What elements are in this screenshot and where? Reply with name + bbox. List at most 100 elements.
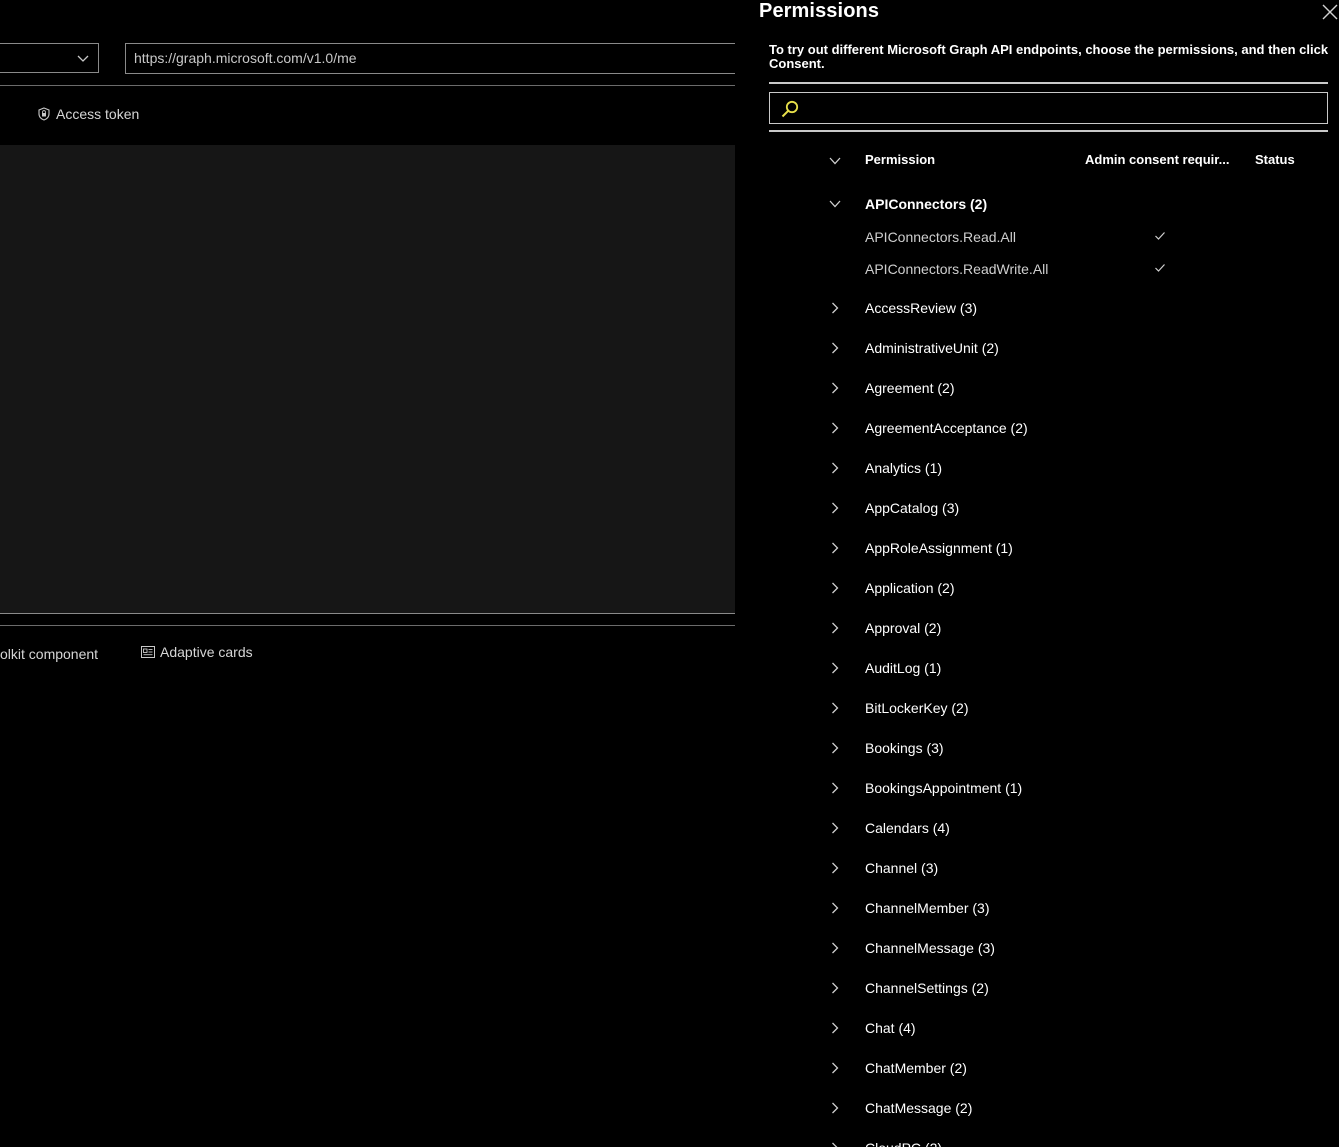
- tab-toolkit-component[interactable]: olkit component: [0, 646, 98, 662]
- permission-group-row[interactable]: Calendars (4): [828, 818, 950, 838]
- permissions-panel: Permissions To try out different Microso…: [735, 0, 1339, 1147]
- group-label: BitLockerKey (2): [865, 700, 969, 716]
- group-label: ChannelMessage (3): [865, 940, 995, 956]
- group-label: Approval (2): [865, 620, 942, 636]
- chevron-right-icon: [832, 342, 839, 354]
- chevron-right-icon: [832, 1102, 839, 1114]
- permission-group-row[interactable]: ChannelMessage (3): [828, 938, 995, 958]
- chevron-right-icon: [832, 822, 839, 834]
- chevron-right-icon: [832, 982, 839, 994]
- group-label: Bookings (3): [865, 740, 944, 756]
- permission-group-row[interactable]: ChannelMember (3): [828, 898, 990, 918]
- group-label: Application (2): [865, 580, 955, 596]
- request-url-input[interactable]: https://graph.microsoft.com/v1.0/me: [125, 43, 745, 74]
- permission-group-apiconnectors[interactable]: APIConnectors (2): [828, 194, 987, 214]
- permission-group-row[interactable]: Analytics (1): [828, 458, 942, 478]
- group-label: Analytics (1): [865, 460, 943, 476]
- divider: [0, 625, 735, 626]
- group-label: Calendars (4): [865, 820, 950, 836]
- column-header-admin-consent[interactable]: Admin consent requir...: [1085, 152, 1229, 167]
- panel-title: Permissions: [759, 0, 880, 22]
- permission-item[interactable]: APIConnectors.Read.All: [865, 229, 1016, 247]
- chevron-right-icon: [832, 302, 839, 314]
- permission-group-row[interactable]: Agreement (2): [828, 378, 954, 398]
- permission-item[interactable]: APIConnectors.ReadWrite.All: [865, 261, 1048, 279]
- chevron-right-icon: [832, 742, 839, 754]
- permission-group-row[interactable]: AccessReview (3): [828, 298, 977, 318]
- chevron-right-icon: [832, 1142, 838, 1147]
- chevron-down-icon: [77, 55, 89, 62]
- tab-access-token-label: Access token: [56, 106, 140, 122]
- chevron-right-icon: [832, 862, 839, 874]
- chevron-right-icon: [832, 462, 839, 474]
- group-label: AdministrativeUnit (2): [865, 340, 999, 356]
- chevron-right-icon: [832, 622, 839, 634]
- request-body-editor[interactable]: [0, 145, 735, 613]
- permission-group-row[interactable]: Approval (2): [828, 618, 941, 638]
- tab-adaptive-cards-label: Adaptive cards: [160, 644, 253, 660]
- permission-group-row[interactable]: Channel (3): [828, 858, 938, 878]
- graph-explorer-window: https://graph.microsoft.com/v1.0/me Acce…: [0, 0, 1339, 1147]
- permission-group-row[interactable]: BitLockerKey (2): [828, 698, 968, 718]
- permission-group-row[interactable]: ChatMessage (2): [828, 1098, 972, 1118]
- chevron-right-icon: [832, 782, 839, 794]
- divider: [769, 82, 1328, 84]
- tab-adaptive-cards[interactable]: Adaptive cards: [141, 644, 253, 660]
- card-icon: [141, 646, 155, 658]
- permission-group-row[interactable]: AdministrativeUnit (2): [828, 338, 999, 358]
- permission-group-row[interactable]: Application (2): [828, 578, 955, 598]
- group-label: ChannelMember (3): [865, 900, 990, 916]
- chevron-right-icon: [832, 582, 839, 594]
- group-label: APIConnectors (2): [865, 196, 988, 212]
- chevron-right-icon: [832, 702, 839, 714]
- chevron-right-icon: [832, 542, 839, 554]
- group-label: AuditLog (1): [865, 660, 942, 676]
- collapse-all-chevron-icon[interactable]: [828, 154, 842, 168]
- group-label: CloudPC (2): [865, 1140, 942, 1147]
- chevron-right-icon: [832, 382, 839, 394]
- shield-lock-icon: [38, 107, 50, 121]
- column-header-permission[interactable]: Permission: [865, 152, 935, 167]
- permission-group-row[interactable]: BookingsAppointment (1): [828, 778, 1022, 798]
- group-label: AppCatalog (3): [865, 500, 960, 516]
- group-label: ChatMessage (2): [865, 1100, 973, 1116]
- group-label: AppRoleAssignment (1): [865, 540, 1013, 556]
- chevron-right-icon: [832, 502, 839, 514]
- group-label: ChatMember (2): [865, 1060, 967, 1076]
- divider: [0, 85, 735, 86]
- permission-group-row[interactable]: AuditLog (1): [828, 658, 941, 678]
- chevron-right-icon: [832, 662, 839, 674]
- group-label: ChannelSettings (2): [865, 980, 989, 996]
- group-label: BookingsAppointment (1): [865, 780, 1023, 796]
- group-label: Chat (4): [865, 1020, 916, 1036]
- group-label: Agreement (2): [865, 380, 955, 396]
- column-header-status[interactable]: Status: [1255, 152, 1295, 167]
- tab-access-token[interactable]: Access token: [38, 104, 139, 124]
- permission-group-row[interactable]: AgreementAcceptance (2): [828, 418, 1028, 438]
- chevron-down-icon: [829, 200, 841, 208]
- group-label: AccessReview (3): [865, 300, 978, 316]
- permission-group-row[interactable]: AppRoleAssignment (1): [828, 538, 1013, 558]
- close-icon[interactable]: [1321, 3, 1339, 21]
- permission-group-row[interactable]: AppCatalog (3): [828, 498, 959, 518]
- http-method-dropdown[interactable]: [0, 43, 99, 73]
- divider: [769, 130, 1328, 132]
- permissions-search-input[interactable]: [769, 92, 1328, 124]
- group-label: Channel (3): [865, 860, 939, 876]
- checkmark-icon: [1155, 232, 1165, 240]
- permission-group-row[interactable]: ChatMember (2): [828, 1058, 967, 1078]
- permission-group-row[interactable]: ChannelSettings (2): [828, 978, 989, 998]
- chevron-right-icon: [832, 422, 839, 434]
- checkmark-icon: [1155, 264, 1165, 272]
- permission-group-row[interactable]: Chat (4): [828, 1018, 916, 1038]
- divider: [0, 613, 735, 614]
- permission-group-row[interactable]: Bookings (3): [828, 738, 944, 758]
- chevron-right-icon: [832, 902, 839, 914]
- chevron-right-icon: [832, 1062, 839, 1074]
- group-label: AgreementAcceptance (2): [865, 420, 1028, 436]
- search-icon: [781, 100, 799, 118]
- permission-group-row[interactable]: CloudPC (2): [828, 1138, 942, 1147]
- chevron-right-icon: [832, 942, 839, 954]
- panel-description: To try out different Microsoft Graph API…: [769, 42, 1329, 71]
- chevron-right-icon: [832, 1022, 839, 1034]
